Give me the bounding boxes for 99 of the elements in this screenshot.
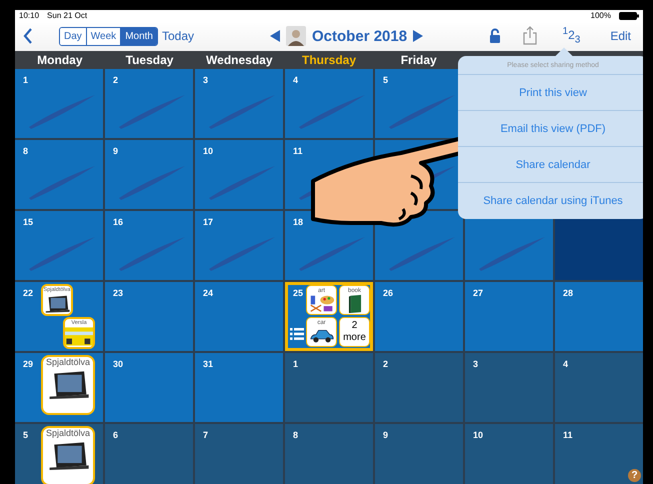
- weekday-label: Friday: [400, 53, 438, 67]
- day-cell[interactable]: 9: [375, 424, 463, 484]
- day-cell[interactable]: 26: [375, 282, 463, 351]
- battery-percent: 100%: [590, 11, 611, 20]
- event-card[interactable]: Spjaldtölva: [41, 355, 95, 415]
- day-number: 5: [383, 75, 388, 85]
- day-number: 7: [203, 430, 208, 440]
- share-option[interactable]: Share calendar: [458, 147, 643, 183]
- next-month-icon[interactable]: [413, 30, 424, 42]
- event-label: Spjaldtölva: [46, 357, 90, 367]
- day-cell[interactable]: 3: [195, 69, 283, 138]
- day-cell[interactable]: 30: [105, 353, 193, 422]
- day-number: 2: [113, 75, 118, 85]
- day-number: 3: [473, 359, 478, 369]
- day-number: 6: [113, 430, 118, 440]
- day-number: 4: [563, 359, 568, 369]
- day-number: 25: [293, 288, 304, 298]
- storefront-icon: [65, 326, 93, 347]
- event-label: Spjaldtölva: [46, 428, 90, 438]
- day-cell[interactable]: 24: [195, 282, 283, 351]
- day-cell[interactable]: 31: [195, 353, 283, 422]
- day-cell[interactable]: 23: [105, 282, 193, 351]
- day-cell[interactable]: 16: [105, 211, 193, 280]
- weekday-label: Tuesday: [124, 53, 174, 67]
- day-cell[interactable]: 6: [105, 424, 193, 484]
- day-cell[interactable]: 27: [465, 282, 553, 351]
- day-number: 30: [113, 359, 124, 369]
- day-cell[interactable]: 10: [195, 140, 283, 209]
- day-cell[interactable]: 10: [465, 424, 553, 484]
- day-cell[interactable]: 4: [285, 69, 373, 138]
- edit-button[interactable]: Edit: [606, 28, 635, 43]
- weekday-label: Monday: [36, 53, 84, 67]
- day-cell[interactable]: 28: [555, 282, 643, 351]
- list-icon[interactable]: [290, 328, 304, 340]
- day-cell[interactable]: 17: [195, 211, 283, 280]
- day-cell[interactable]: 4: [555, 353, 643, 422]
- day-number: 24: [203, 288, 214, 298]
- day-number: 29: [23, 359, 34, 369]
- day-cell[interactable]: 2: [375, 353, 463, 422]
- day-cell[interactable]: 15: [15, 211, 103, 280]
- weekday-label: Wednesday: [205, 53, 274, 67]
- day-number: 11: [293, 146, 303, 156]
- day-number: 31: [203, 359, 214, 369]
- strike-mark: [207, 93, 277, 129]
- day-cell[interactable]: 1: [285, 353, 373, 422]
- battery-icon: [619, 12, 639, 20]
- day-number: 8: [293, 430, 298, 440]
- day-number: 27: [473, 288, 484, 298]
- day-cell[interactable]: 8: [15, 140, 103, 209]
- share-option[interactable]: Share calendar using iTunes: [458, 183, 643, 219]
- view-tab[interactable]: Day: [60, 28, 87, 44]
- day-number: 22: [23, 288, 34, 298]
- day-number: 3: [203, 75, 208, 85]
- lock-icon[interactable]: [488, 28, 500, 44]
- strike-mark: [207, 164, 277, 200]
- day-number: 18: [293, 217, 304, 227]
- strike-mark: [207, 235, 277, 271]
- day-number: 26: [383, 288, 394, 298]
- day-cell[interactable]: 1: [15, 69, 103, 138]
- weekday-label: Thursday: [300, 53, 357, 67]
- day-cell[interactable]: 7: [195, 424, 283, 484]
- day-cell[interactable]: [375, 211, 463, 280]
- back-icon[interactable]: [23, 28, 33, 44]
- status-date: Sun 21 Oct: [47, 11, 88, 20]
- numbers-button[interactable]: $^{1}$2$_{3}$: [558, 26, 584, 46]
- view-tab[interactable]: Week: [86, 28, 122, 44]
- day-cell[interactable]: 9: [105, 140, 193, 209]
- day-cell[interactable]: 29 Spjaldtölva: [15, 353, 103, 422]
- day-number: 10: [473, 430, 484, 440]
- day-number: 11: [563, 430, 573, 440]
- day-number: 15: [23, 217, 34, 227]
- day-number: 17: [203, 217, 214, 227]
- day-number: 2: [383, 359, 388, 369]
- event-card[interactable]: Spjaldtölva: [41, 426, 95, 484]
- day-cell[interactable]: 5 Spjaldtölva: [15, 424, 103, 484]
- avatar: [286, 26, 306, 46]
- day-number: 28: [563, 288, 574, 298]
- day-number: 8: [23, 146, 28, 156]
- art-supplies-icon: [308, 294, 334, 312]
- share-icon[interactable]: [522, 26, 536, 46]
- view-tab[interactable]: Month: [121, 28, 157, 44]
- day-number: 1: [293, 359, 298, 369]
- day-number: 10: [203, 146, 214, 156]
- day-cell[interactable]: 2: [105, 69, 193, 138]
- day-cell[interactable]: 8: [285, 424, 373, 484]
- day-number: 9: [113, 146, 118, 156]
- previous-month-icon[interactable]: [270, 30, 280, 42]
- day-number: 4: [293, 75, 298, 85]
- tablet-icon: [43, 293, 71, 314]
- month-title: October 2018: [312, 28, 408, 44]
- today-button[interactable]: Today: [158, 29, 198, 43]
- day-number: 1: [23, 75, 28, 85]
- day-number: 9: [383, 430, 388, 440]
- day-number: 23: [113, 288, 124, 298]
- event-tile[interactable]: 2 more: [339, 317, 370, 347]
- status-time: 10:10: [19, 11, 40, 20]
- day-number: 5: [23, 430, 28, 440]
- day-number: 16: [113, 217, 124, 227]
- day-cell[interactable]: 3: [465, 353, 553, 422]
